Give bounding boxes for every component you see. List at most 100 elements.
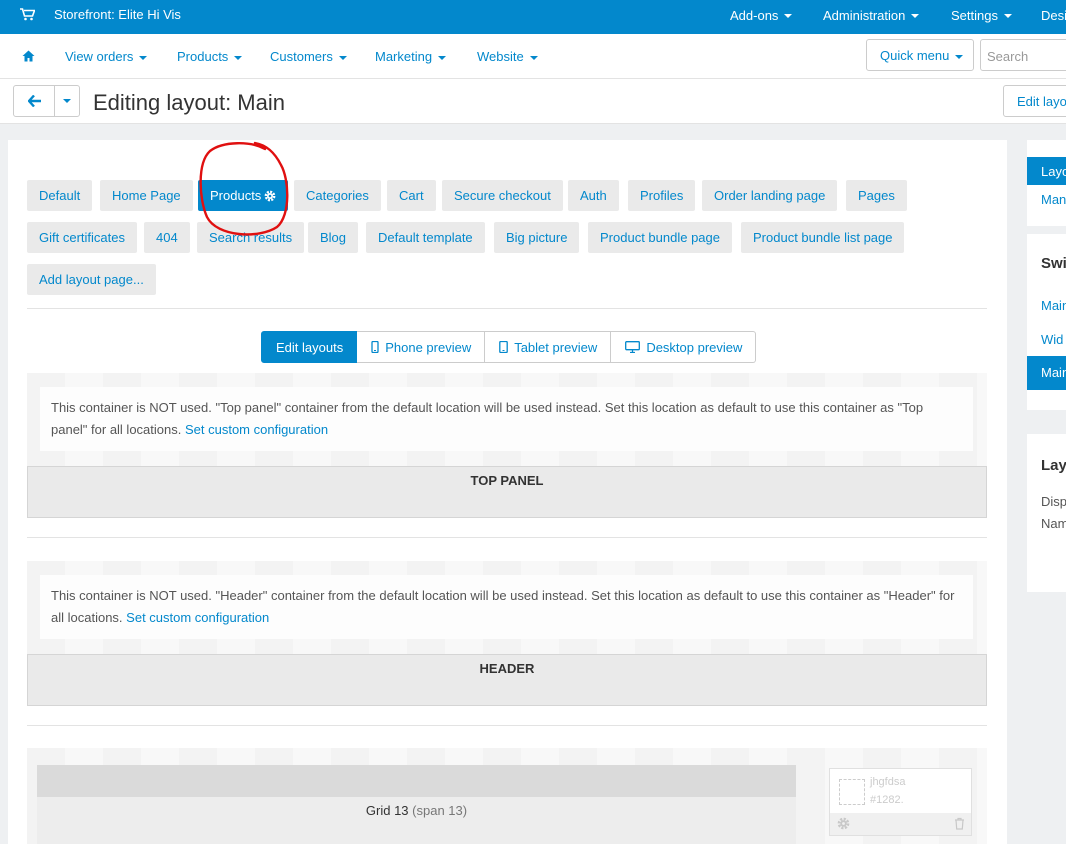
divider — [27, 725, 987, 726]
menu-settings[interactable]: Settings — [951, 8, 1012, 23]
top-admin-bar: Storefront: Elite Hi Vis Add-ons Adminis… — [0, 0, 1066, 34]
nav-customers[interactable]: Customers — [270, 49, 347, 64]
layout-tab-products-label: Products — [210, 188, 262, 203]
nav-products[interactable]: Products — [177, 49, 243, 64]
arrow-left-icon — [28, 95, 41, 107]
storefront-switcher[interactable]: Storefront: Elite Hi Vis — [20, 7, 181, 22]
chevron-down-icon — [338, 55, 347, 60]
container-content: Grid 13 (span 13) jhgfdsa #1282. — [27, 748, 987, 844]
preview-mode-group: Edit layouts Phone preview Tablet previe… — [261, 331, 757, 363]
back-button[interactable] — [13, 85, 55, 117]
chevron-down-icon — [438, 55, 447, 60]
layout-tab-home-page[interactable]: Home Page — [100, 180, 193, 211]
sidebar-tab-manage[interactable]: Man — [1041, 192, 1066, 207]
container-top-panel: This container is NOT used. "Top panel" … — [27, 373, 987, 518]
container-notice: This container is NOT used. "Header" con… — [40, 575, 973, 639]
sidebar-switch-heading: Swi — [1041, 255, 1066, 272]
phone-preview-label: Phone preview — [385, 340, 472, 355]
add-layout-page-button[interactable]: Add layout page... — [27, 264, 156, 295]
set-custom-config-link[interactable]: Set custom configuration — [126, 610, 269, 625]
gear-icon[interactable] — [264, 190, 276, 202]
quick-menu-label: Quick menu — [880, 48, 950, 63]
nav-products-label: Products — [177, 49, 229, 64]
layout-tab-auth[interactable]: Auth — [568, 180, 619, 211]
menu-addons[interactable]: Add-ons — [730, 8, 793, 23]
menu-administration[interactable]: Administration — [823, 8, 920, 23]
layout-tab-secure-checkout[interactable]: Secure checkout — [442, 180, 563, 211]
menu-addons-label: Add-ons — [730, 8, 779, 23]
grid-name: Grid 13 — [365, 803, 409, 818]
search-input[interactable] — [981, 40, 1066, 73]
divider — [27, 537, 987, 538]
sidebar-switch-panel: Swi Main Wid Main — [1027, 234, 1066, 410]
layout-tab-categories[interactable]: Categories — [294, 180, 381, 211]
sidebar-layout-panel: Lay Disp Nam — [1027, 434, 1066, 592]
chevron-down-icon — [784, 13, 793, 18]
layout-tab-default[interactable]: Default — [27, 180, 93, 211]
layout-tab-search-results[interactable]: Search results — [197, 222, 305, 253]
grid-block[interactable]: Grid 13 (span 13) — [37, 765, 796, 844]
container-header: This container is NOT used. "Header" con… — [27, 561, 987, 706]
container-notice: This container is NOT used. "Top panel" … — [40, 387, 973, 451]
layout-tab-pages[interactable]: Pages — [846, 180, 907, 211]
mobile-phone-icon — [371, 341, 379, 353]
storefront-label: Storefront: Elite Hi Vis — [54, 7, 181, 22]
sidebar-switch-item-main[interactable]: Main — [1041, 298, 1066, 313]
gear-icon[interactable] — [837, 817, 850, 830]
layout-tab-default-template[interactable]: Default template — [366, 222, 485, 253]
nav-view-orders[interactable]: View orders — [65, 49, 148, 64]
block-placeholder-icon — [839, 779, 865, 805]
desktop-preview-label: Desktop preview — [646, 340, 743, 355]
notice-text: This container is NOT used. "Top panel" … — [51, 400, 924, 437]
layout-tab-gift-certificates[interactable]: Gift certificates — [27, 222, 137, 253]
layout-tab-product-bundle-page[interactable]: Product bundle page — [588, 222, 732, 253]
set-custom-config-link[interactable]: Set custom configuration — [185, 422, 328, 437]
sidebar-tab-layouts[interactable]: Layo — [1027, 157, 1066, 185]
home-icon[interactable] — [22, 50, 35, 62]
layout-tab-products[interactable]: Products — [198, 180, 289, 211]
tablet-preview-label: Tablet preview — [514, 340, 598, 355]
edit-layouts-button[interactable]: Edit layouts — [261, 331, 358, 363]
layout-tab-order-landing-page[interactable]: Order landing page — [702, 180, 838, 211]
cart-icon — [20, 8, 35, 21]
main-navbar: View orders Products Customers Marketing… — [0, 34, 1066, 79]
grid-span: (span 13) — [412, 803, 468, 818]
phone-preview-button[interactable]: Phone preview — [357, 331, 486, 363]
block-widget[interactable]: jhgfdsa #1282. — [829, 768, 972, 836]
chevron-down-icon — [529, 55, 538, 60]
layout-tab-big-picture[interactable]: Big picture — [494, 222, 580, 253]
layout-tab-404[interactable]: 404 — [144, 222, 190, 253]
nav-website[interactable]: Website — [477, 49, 538, 64]
sidebar-tabs: Layo Man — [1027, 140, 1066, 226]
quick-menu-button[interactable]: Quick menu — [866, 39, 974, 71]
sidebar-layout-heading: Lay — [1041, 457, 1066, 474]
block-name: jhgfdsa — [870, 776, 906, 788]
edit-layouts-label: Edit layouts — [276, 340, 344, 355]
page-title: Editing layout: Main — [93, 90, 285, 115]
tablet-preview-button[interactable]: Tablet preview — [485, 331, 612, 363]
layout-tab-profiles[interactable]: Profiles — [628, 180, 696, 211]
history-dropdown-button[interactable] — [54, 85, 80, 117]
divider — [27, 308, 987, 309]
tablet-icon — [499, 341, 509, 353]
layout-tab-cart[interactable]: Cart — [387, 180, 436, 211]
layout-editor-panel: Default Home Page Products Categories Ca… — [8, 140, 1007, 844]
layout-tab-product-bundle-list-page[interactable]: Product bundle list page — [741, 222, 905, 253]
menu-design-label: Desi — [1041, 8, 1066, 23]
desktop-preview-button[interactable]: Desktop preview — [611, 331, 757, 363]
sidebar-switch-item-widgets[interactable]: Wid — [1041, 332, 1063, 347]
layout-tab-blog[interactable]: Blog — [308, 222, 359, 253]
sidebar-layout-line: Disp — [1041, 494, 1066, 509]
sidebar-layout-line: Nam — [1041, 516, 1066, 531]
edit-layout-button[interactable]: Edit layo — [1003, 85, 1066, 117]
nav-marketing-label: Marketing — [375, 49, 433, 64]
chevron-down-icon — [911, 13, 920, 18]
container-label: HEADER — [27, 654, 987, 706]
sidebar-switch-item-active[interactable]: Main — [1027, 356, 1066, 390]
trash-icon[interactable] — [954, 817, 965, 830]
menu-design[interactable]: Desi — [1041, 8, 1066, 23]
grid-label: Grid 13 (span 13) — [37, 803, 796, 818]
nav-customers-label: Customers — [270, 49, 333, 64]
desktop-monitor-icon — [625, 341, 641, 353]
nav-marketing[interactable]: Marketing — [375, 49, 447, 64]
